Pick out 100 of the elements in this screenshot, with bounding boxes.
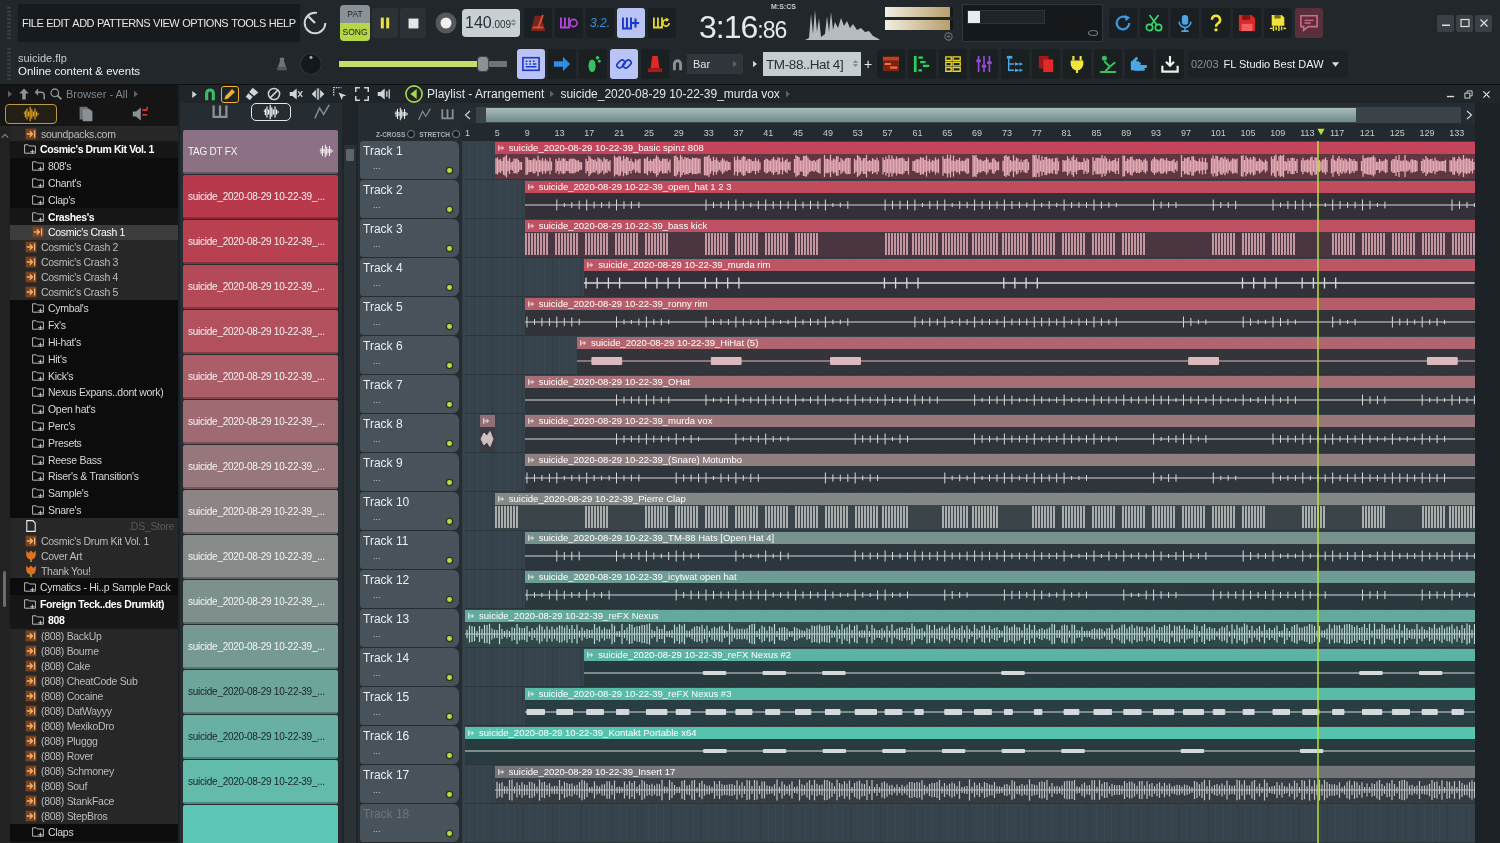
tree-button[interactable] [1001,49,1029,79]
audio-clip[interactable]: suicide_2020-08-29 10-22-39_bass kick [524,219,1475,257]
track-header[interactable]: Track 1 ... [360,141,459,179]
menu-item[interactable]: VIEW [153,13,180,33]
floppy-wave-button[interactable] [1264,8,1292,38]
track-header[interactable]: Track 3 ... [360,219,459,257]
figure-button[interactable] [1094,49,1122,79]
scrollbar[interactable] [344,145,356,843]
scrollbar-thumb[interactable] [3,571,6,607]
automation-filter-button[interactable] [418,107,431,121]
microphone-button[interactable] [1171,8,1199,38]
vertical-scrollbar[interactable] [1475,103,1500,843]
snap-button[interactable] [203,87,217,101]
plug-button[interactable] [1063,49,1091,79]
track-header[interactable]: Track 8 ... [360,414,459,452]
filter-button[interactable] [250,103,292,121]
clip-list-item[interactable]: suicide_2020-08-29 10-22-39_... [183,670,338,714]
track-header[interactable]: Track 16 ... [360,726,459,764]
clip-list-item[interactable]: suicide_2020-08-29 10-22-39_... [183,265,338,309]
track-header[interactable]: Track 14 ... [360,648,459,686]
clip-list-item[interactable]: suicide_2020-08-29 10-22-39_... [183,310,338,354]
toggle-button[interactable]: 3.2. [586,8,614,38]
close-button[interactable] [1475,14,1492,32]
playhead-marker-icon[interactable] [1317,128,1326,136]
toggle-button[interactable] [517,49,545,79]
audio-filter-button[interactable] [394,107,408,121]
up-button[interactable] [18,88,30,100]
mode-toggle[interactable]: SONG [340,23,370,41]
pattern-selector[interactable]: TM-88..Hat 4] [763,52,861,76]
audio-clip[interactable]: suicide_2020-08-29 10-22-39_murda rim [584,258,1475,296]
menu-item[interactable]: OPTIONS [182,13,229,33]
tool-button[interactable] [309,85,327,103]
pause-button[interactable] [372,8,398,38]
tool-button[interactable] [353,85,371,103]
scrollbar[interactable] [476,106,1461,123]
track-header[interactable]: Track 11 ... [360,531,459,569]
checkbox[interactable] [407,130,416,138]
clip-list-item[interactable]: suicide_2020-08-29 10-22-39_... [183,220,338,264]
stop-button[interactable] [400,8,426,38]
clip-list-item[interactable] [183,805,338,843]
audio-file-item[interactable]: soundpacks.com [10,126,178,141]
slider-thumb[interactable] [477,56,490,72]
track-header[interactable]: Track 4 ... [360,258,459,296]
hand-button[interactable] [1125,49,1153,79]
audio-clip[interactable]: suicide_2020-08-29 10-22-39_basic spinz 808 [494,141,1475,179]
menu-item[interactable]: EDIT [46,13,70,33]
track-header[interactable]: Track 13 ... [360,609,459,647]
folder-item[interactable]: Reese Bass [10,451,178,468]
menu-item[interactable]: PATTERNS [97,13,151,33]
tool-button[interactable] [243,85,261,103]
track-header[interactable]: Track 10 ... [360,492,459,530]
piano-roll-button[interactable] [908,49,936,79]
folder-item[interactable]: Hit's [10,350,178,368]
folder-item[interactable]: Clap's [10,191,178,209]
maximize-button[interactable] [1456,14,1473,32]
menu-item[interactable]: HELP [268,13,296,33]
download-button[interactable] [1156,49,1184,79]
tool-button[interactable] [265,85,283,103]
mode-toggle[interactable]: PAT [340,5,370,23]
scissors-button[interactable] [1140,8,1168,38]
scrollbar-thumb[interactable] [346,149,354,161]
toggle-button[interactable] [524,8,552,38]
add-pattern-button[interactable]: + [861,56,875,72]
clip-list-item[interactable]: suicide_2020-08-29 10-22-39_... [183,760,338,804]
help-button[interactable] [1202,8,1230,38]
browser-tab[interactable] [5,104,57,124]
image-file-item[interactable]: Cover Art [10,548,178,564]
audio-clip[interactable]: suicide_2020-08-29 10-22-39_Pierre Clap [494,492,1475,530]
folder-item[interactable]: Cymatics - Hi..p Sample Pack [10,578,178,596]
pages-button[interactable] [1032,49,1060,79]
scrollbar-thumb[interactable] [486,107,1356,122]
toggle-button[interactable] [555,8,583,38]
audio-clip[interactable]: suicide_2020-08-29 10-22-39_HiHat (5) [576,336,1475,374]
toggle-button[interactable] [641,49,669,79]
toggle-button[interactable] [617,8,645,38]
close-button[interactable] [1480,88,1492,100]
audio-clip[interactable]: suicide_2020-08-29 10-22-39_ronny rim [524,297,1475,335]
refresh-button[interactable] [1109,8,1137,38]
track-header[interactable]: Track 7 ... [360,375,459,413]
undo-button[interactable] [34,88,46,100]
audio-clip[interactable]: suicide_2020-08-29 10-22-39_(Snare) Motumbo [524,453,1475,491]
search-button[interactable] [50,88,62,100]
tool-button[interactable] [221,85,239,103]
track-header[interactable]: Track 5 ... [360,297,459,335]
toggle-button[interactable] [648,8,676,38]
tempo-field[interactable]: 140.009 [462,9,520,37]
folder-item[interactable]: Kick's [10,367,178,384]
audio-clip[interactable]: suicide_2020-08-29 10-22-39_OHat [524,375,1475,413]
toggle-button[interactable] [610,49,638,79]
playlist-button[interactable] [877,49,905,79]
audio-clip[interactable]: suicide_2020-08-29 10-22-39_open_hat 1 2 3 [524,180,1475,218]
floppy-disk-button[interactable] [1233,8,1261,38]
track-header[interactable]: Track 6 ... [360,336,459,374]
toggle-button[interactable] [548,49,576,79]
clip-list-item[interactable]: suicide_2020-08-29 10-22-39_... [183,175,338,219]
folder-item[interactable]: Presets [10,434,178,452]
track-header[interactable]: Track 2 ... [360,180,459,218]
checkbox[interactable] [451,130,460,138]
menu-item[interactable]: TOOLS [231,13,266,33]
channel-rack-button[interactable] [939,49,967,79]
